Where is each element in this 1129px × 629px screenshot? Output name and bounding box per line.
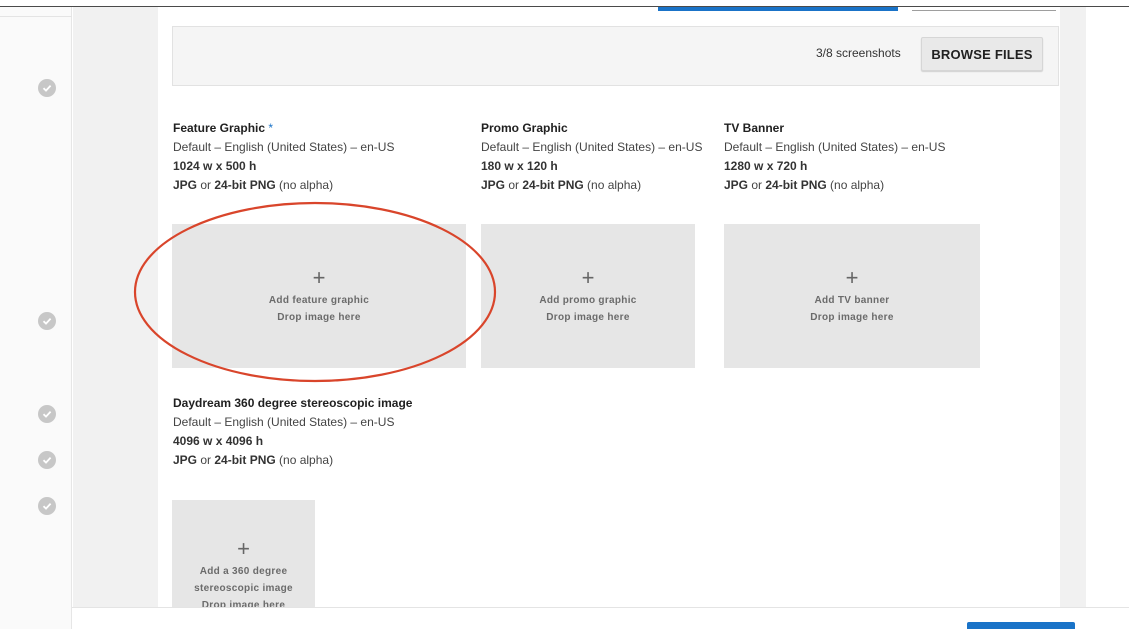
feature-graphic-title: Feature Graphic	[173, 121, 266, 135]
plus-icon: +	[581, 264, 595, 290]
format-jpg: JPG	[481, 178, 506, 192]
format-note: (no alpha)	[583, 178, 642, 192]
daydream-image-size: 4096 w x 4096 h	[173, 434, 264, 448]
promo-graphic-dropzone[interactable]: + Add promo graphic Drop image here	[481, 224, 695, 368]
dropzone-hint: Drop image here	[546, 311, 630, 323]
required-marker: *	[268, 121, 274, 135]
check-circle-icon	[38, 451, 56, 469]
left-rail	[0, 7, 72, 629]
daydream-image-spec: Daydream 360 degree stereoscopic image D…	[173, 394, 412, 470]
dropzone-hint: Drop image here	[277, 311, 361, 323]
feature-graphic-format: JPG or 24-bit PNG (no alpha)	[173, 176, 394, 195]
secondary-tab-button[interactable]	[912, 8, 1056, 11]
feature-graphic-spec: Feature Graphic * Default – English (Uni…	[173, 119, 394, 195]
format-note: (no alpha)	[275, 178, 334, 192]
check-circle-icon	[38, 405, 56, 423]
dropzone-label: Add feature graphic	[268, 294, 370, 306]
feature-graphic-dropzone[interactable]: + Add feature graphic Drop image here	[172, 224, 466, 368]
save-draft-button[interactable]	[967, 622, 1075, 629]
promo-graphic-spec: Promo Graphic Default – English (United …	[481, 119, 702, 195]
format-jpg: JPG	[173, 453, 198, 467]
promo-graphic-locale: Default – English (United States) – en-U…	[481, 140, 703, 154]
tv-banner-locale: Default – English (United States) – en-U…	[724, 140, 946, 154]
plus-icon: +	[845, 264, 859, 290]
daydream-image-format: JPG or 24-bit PNG (no alpha)	[173, 451, 412, 470]
check-circle-icon	[38, 312, 56, 330]
daydream-image-title: Daydream 360 degree stereoscopic image	[173, 396, 413, 410]
tv-banner-dropzone[interactable]: + Add TV banner Drop image here	[724, 224, 980, 368]
check-circle-icon	[38, 79, 56, 97]
format-png: 24-bit PNG	[765, 178, 827, 192]
daydream-image-dropzone[interactable]: + Add a 360 degree stereoscopic image Dr…	[172, 500, 315, 611]
tv-banner-format: JPG or 24-bit PNG (no alpha)	[724, 176, 945, 195]
daydream-image-locale: Default – English (United States) – en-U…	[173, 415, 395, 429]
promo-graphic-format: JPG or 24-bit PNG (no alpha)	[481, 176, 702, 195]
plus-icon: +	[237, 536, 250, 561]
format-png: 24-bit PNG	[214, 453, 276, 467]
left-rail-tab	[0, 7, 72, 17]
format-note: (no alpha)	[275, 453, 334, 467]
dropzone-hint: Drop image here	[810, 311, 894, 323]
format-jpg: JPG	[724, 178, 749, 192]
content-gutter-left	[73, 7, 158, 607]
format-png: 24-bit PNG	[522, 178, 584, 192]
dropzone-label: stereoscopic image	[194, 583, 293, 594]
format-png: 24-bit PNG	[214, 178, 276, 192]
format-or: or	[748, 178, 766, 192]
promo-graphic-title: Promo Graphic	[481, 121, 568, 135]
page-margin-right	[1086, 7, 1129, 629]
browse-files-button[interactable]: BROWSE FILES	[921, 37, 1043, 71]
format-jpg: JPG	[173, 178, 198, 192]
promo-graphic-size: 180 w x 120 h	[481, 159, 558, 173]
dropzone-label: Add a 360 degree	[199, 566, 288, 577]
tv-banner-title: TV Banner	[724, 121, 785, 135]
format-or: or	[505, 178, 523, 192]
feature-graphic-size: 1024 w x 500 h	[173, 159, 257, 173]
check-circle-icon	[38, 497, 56, 515]
format-note: (no alpha)	[826, 178, 885, 192]
screenshot-count: 3/8 screenshots	[816, 46, 901, 60]
primary-tab-button[interactable]	[658, 7, 898, 11]
tv-banner-spec: TV Banner Default – English (United Stat…	[724, 119, 945, 195]
tv-banner-size: 1280 w x 720 h	[724, 159, 808, 173]
dropzone-label: Add promo graphic	[539, 294, 637, 306]
dropzone-label: Add TV banner	[814, 294, 890, 306]
format-or: or	[197, 178, 215, 192]
plus-icon: +	[312, 264, 326, 290]
feature-graphic-locale: Default – English (United States) – en-U…	[173, 140, 395, 154]
format-or: or	[197, 453, 215, 467]
content-gutter-right	[1060, 7, 1086, 607]
